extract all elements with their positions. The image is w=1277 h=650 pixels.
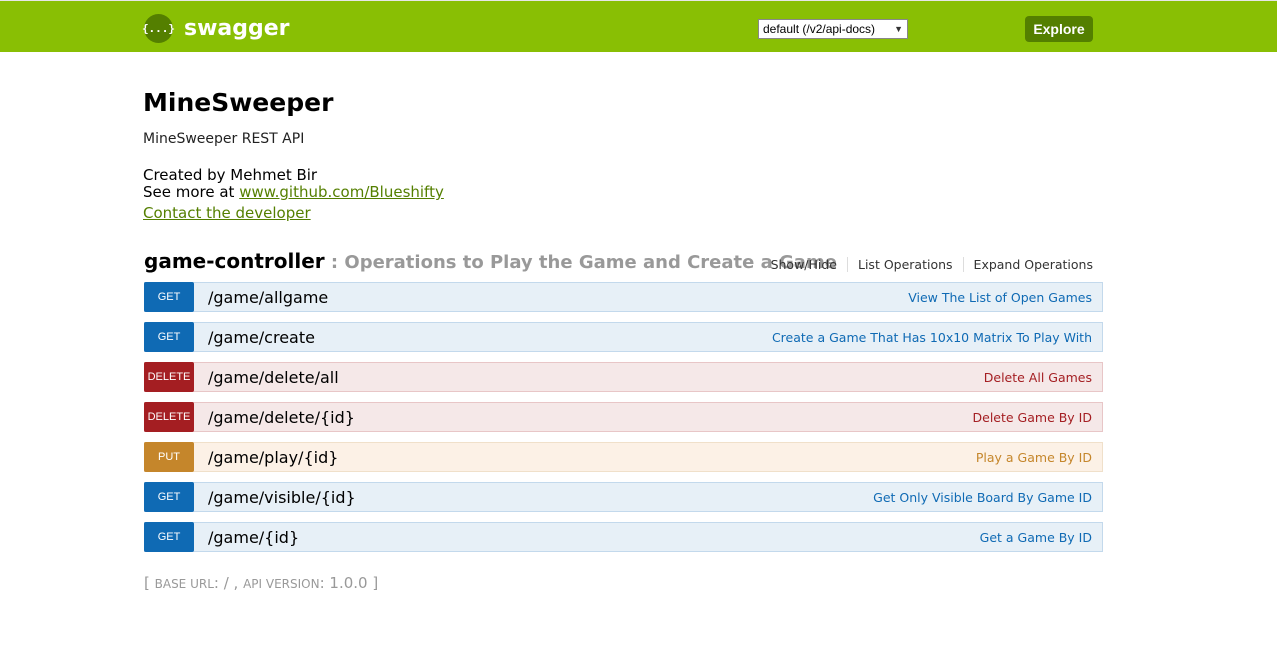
http-method-badge: GET: [144, 481, 194, 512]
see-more-line: See more at www.github.com/Blueshifty: [143, 184, 444, 201]
github-link[interactable]: www.github.com/Blueshifty: [239, 183, 444, 201]
http-method-badge: DELETE: [144, 361, 194, 392]
api-version-label: Api Version: [243, 577, 320, 591]
operation-summary[interactable]: Play a Game By ID: [976, 450, 1092, 465]
http-method-badge: GET: [144, 281, 194, 312]
http-method-badge: PUT: [144, 441, 194, 472]
operations-list: GET /game/allgame View The List of Open …: [144, 281, 1103, 562]
controller-links: Show/Hide List Operations Expand Operati…: [761, 257, 1103, 272]
expand-operations-link[interactable]: Expand Operations: [962, 257, 1103, 272]
swagger-braces-icon: {...}: [142, 14, 175, 43]
controller-name[interactable]: game-controller: [144, 249, 325, 273]
list-operations-link[interactable]: List Operations: [847, 257, 963, 272]
see-more-prefix: See more at: [143, 183, 240, 201]
controller-heading: game-controller : Operations to Play the…: [144, 249, 1103, 273]
contact-developer-link[interactable]: Contact the developer: [143, 204, 311, 222]
api-spec-select[interactable]: default (/v2/api-docs) ▼: [758, 19, 908, 39]
operation-summary[interactable]: View The List of Open Games: [908, 290, 1092, 305]
api-version-value: : 1.0.0: [319, 574, 373, 592]
footer-open-bracket: [: [144, 574, 155, 592]
base-url-value: : / ,: [213, 574, 244, 592]
http-method-badge: GET: [144, 321, 194, 352]
operation-path[interactable]: /game/delete/{id}: [208, 408, 355, 427]
api-description: MineSweeper REST API: [143, 131, 305, 147]
explore-button[interactable]: Explore: [1025, 16, 1093, 42]
operation-summary[interactable]: Delete All Games: [984, 370, 1092, 385]
operation-summary[interactable]: Get a Game By ID: [980, 530, 1092, 545]
created-by-text: Created by Mehmet Bir: [143, 166, 318, 184]
api-info: MineSweeper MineSweeper REST API: [143, 88, 333, 147]
operation-row[interactable]: DELETE /game/delete/all Delete All Games: [144, 361, 1103, 392]
top-bar: {...} swagger default (/v2/api-docs) ▼ E…: [0, 0, 1277, 52]
operation-row[interactable]: PUT /game/play/{id} Play a Game By ID: [144, 441, 1103, 472]
api-spec-select-value: default (/v2/api-docs): [763, 22, 876, 36]
logo-text: swagger: [184, 16, 290, 41]
operation-row[interactable]: DELETE /game/delete/{id} Delete Game By …: [144, 401, 1103, 432]
operation-summary[interactable]: Get Only Visible Board By Game ID: [873, 490, 1092, 505]
controller-separator: :: [324, 252, 345, 273]
operation-path[interactable]: /game/visible/{id}: [208, 488, 356, 507]
base-url-label: Base URL: [154, 577, 214, 591]
http-method-badge: DELETE: [144, 401, 194, 432]
operation-path[interactable]: /game/create: [208, 328, 315, 347]
operation-row[interactable]: GET /game/create Create a Game That Has …: [144, 321, 1103, 352]
operation-path[interactable]: /game/play/{id}: [208, 448, 338, 467]
operation-path[interactable]: /game/{id}: [208, 528, 299, 547]
operation-row[interactable]: GET /game/allgame View The List of Open …: [144, 281, 1103, 312]
page-title: MineSweeper: [143, 88, 334, 117]
contact-line: Contact the developer: [143, 205, 444, 222]
show-hide-link[interactable]: Show/Hide: [761, 257, 847, 272]
api-contact: Created by Mehmet Bir See more at www.gi…: [143, 167, 444, 222]
api-footer: [ Base URL: / , Api Version: 1.0.0 ]: [144, 574, 378, 592]
operation-path[interactable]: /game/delete/all: [208, 368, 339, 387]
http-method-badge: GET: [144, 521, 194, 552]
operation-summary[interactable]: Create a Game That Has 10x10 Matrix To P…: [772, 330, 1092, 345]
operation-row[interactable]: GET /game/{id} Get a Game By ID: [144, 521, 1103, 552]
footer-close-bracket: ]: [372, 574, 379, 592]
swagger-logo[interactable]: {...} swagger: [142, 14, 290, 43]
operation-row[interactable]: GET /game/visible/{id} Get Only Visible …: [144, 481, 1103, 512]
chevron-down-icon: ▼: [894, 24, 903, 34]
operation-path[interactable]: /game/allgame: [208, 288, 328, 307]
operation-summary[interactable]: Delete Game By ID: [973, 410, 1093, 425]
